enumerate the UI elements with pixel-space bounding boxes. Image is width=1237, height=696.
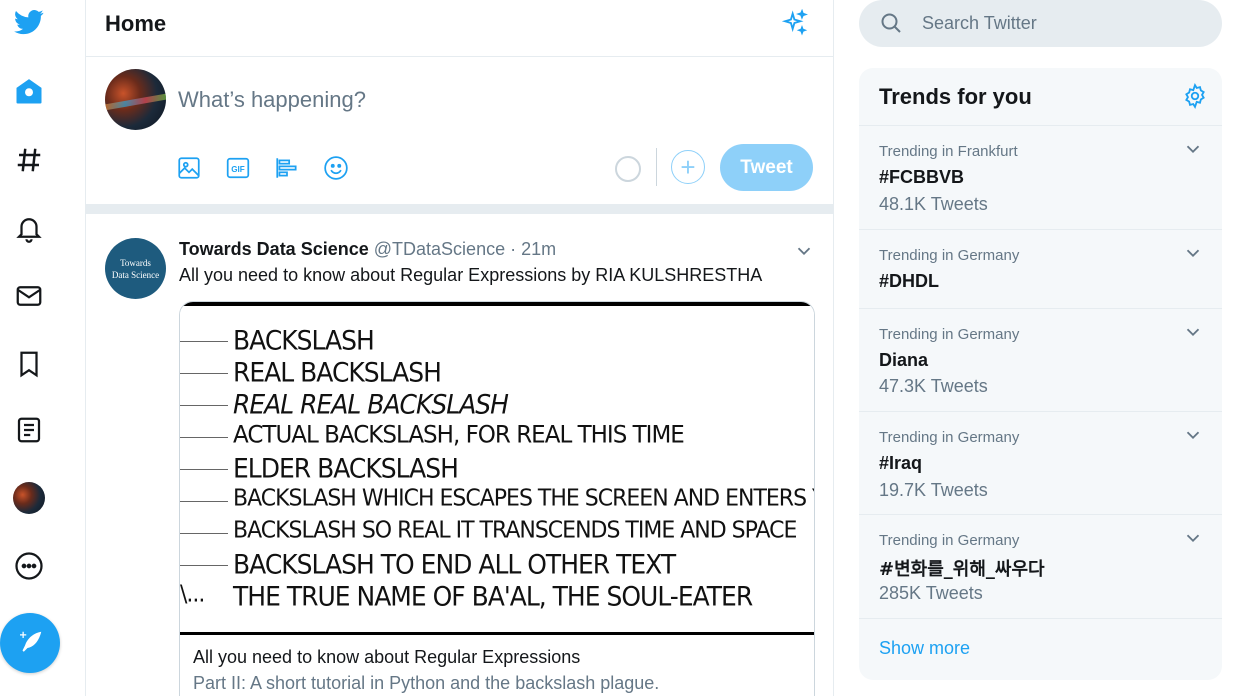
comic-line: REAL REAL BACKSLASH xyxy=(233,389,509,420)
comic-dash xyxy=(180,405,228,406)
avatar-text-line1: Towards xyxy=(120,257,151,268)
twitter-logo-icon[interactable] xyxy=(10,3,48,41)
author-handle[interactable]: @TDataScience xyxy=(374,239,505,259)
comic-dash xyxy=(180,341,228,342)
card-title: All you need to know about Regular Expre… xyxy=(193,647,581,667)
author-name[interactable]: Towards Data Science xyxy=(179,239,369,259)
divider xyxy=(656,148,657,186)
tweet[interactable]: Towards Data Science Towards Data Scienc… xyxy=(86,214,833,696)
comic-line: REAL BACKSLASH xyxy=(233,357,442,388)
trend-meta: Trending in Germany xyxy=(879,532,1020,549)
comic-dash xyxy=(180,469,228,470)
trend-item[interactable]: Trending in Germany #변화를_위해_싸우다 285K Twe… xyxy=(859,515,1222,619)
home-icon[interactable] xyxy=(10,72,48,110)
trend-name: #FCBBVB xyxy=(879,167,965,187)
search-box[interactable] xyxy=(859,0,1222,47)
bell-icon[interactable] xyxy=(10,209,48,247)
comic-dash xyxy=(180,437,228,438)
comic-line: THE TRUE NAME OF BA'AL, THE SOUL-EATER xyxy=(233,581,753,612)
character-counter xyxy=(615,156,641,182)
search-icon xyxy=(881,13,901,33)
chevron-down-icon[interactable] xyxy=(1182,527,1204,549)
trend-count: 48.1K Tweets xyxy=(879,194,988,214)
trend-count: 47.3K Tweets xyxy=(879,376,988,396)
right-sidebar: Trends for you Trending in Frankfurt #FC… xyxy=(859,0,1222,696)
trend-count: 19.7K Tweets xyxy=(879,480,988,500)
sparkle-icon[interactable] xyxy=(781,9,809,37)
list-icon[interactable] xyxy=(10,411,48,449)
trend-name: Diana xyxy=(879,350,929,370)
comic-line: BACKSLASH TO END ALL OTHER TEXT xyxy=(233,549,676,580)
trend-meta: Trending in Germany xyxy=(879,429,1020,446)
show-more-link[interactable]: Show more xyxy=(879,638,970,659)
comic-prefix: \... xyxy=(180,581,205,608)
more-icon[interactable] xyxy=(10,547,48,585)
trend-meta: Trending in Germany xyxy=(879,326,1020,343)
comic-dash xyxy=(180,533,228,534)
avatar-text-line2: Data Science xyxy=(111,269,160,280)
trends-header: Trends for you xyxy=(859,68,1222,126)
chevron-down-icon[interactable] xyxy=(1182,321,1204,343)
hashtag-icon[interactable] xyxy=(10,141,48,179)
bookmark-icon[interactable] xyxy=(10,345,48,383)
chevron-down-icon[interactable] xyxy=(1182,424,1204,446)
mail-icon[interactable] xyxy=(10,277,48,315)
left-nav xyxy=(0,0,85,696)
chevron-down-icon[interactable] xyxy=(793,240,815,262)
comic-line: BACKSLASH WHICH ESCAPES THE SCREEN AND E… xyxy=(233,485,815,512)
separator: · xyxy=(510,239,517,259)
profile-avatar[interactable] xyxy=(10,479,48,517)
main-header: Home xyxy=(86,0,833,57)
comic-line: BACKSLASH SO REAL IT TRANSCENDS TIME AND… xyxy=(233,517,797,544)
trend-item[interactable]: Trending in Frankfurt #FCBBVB 48.1K Twee… xyxy=(859,126,1222,230)
trend-item[interactable]: Trending in Germany Diana 47.3K Tweets xyxy=(859,309,1222,412)
avatar[interactable]: Towards Data Science xyxy=(105,238,166,299)
gif-icon[interactable]: GIF xyxy=(225,155,251,181)
page-title: Home xyxy=(105,11,167,36)
main-column: Home What’s happening? GIF + Tweet Towar… xyxy=(85,0,834,696)
comic-dash xyxy=(180,565,228,566)
image-icon[interactable] xyxy=(176,155,202,181)
trend-name: #Iraq xyxy=(879,453,923,473)
compose-tweet-icon xyxy=(20,631,42,652)
compose-input[interactable]: What’s happening? xyxy=(178,87,678,113)
tweet-time[interactable]: 21m xyxy=(521,239,556,259)
tweet-header: Towards Data Science @TDataScience · 21m xyxy=(179,239,556,260)
emoji-icon[interactable] xyxy=(323,155,349,181)
card-description: Part II: A short tutorial in Python and … xyxy=(193,673,660,693)
link-card[interactable]: BACKSLASH REAL BACKSLASH REAL REAL BACKS… xyxy=(179,301,815,696)
comic-line: ELDER BACKSLASH xyxy=(233,453,459,484)
gear-icon[interactable] xyxy=(1182,83,1208,109)
comic-line: BACKSLASH xyxy=(233,325,375,356)
comic-line: ACTUAL BACKSLASH, FOR REAL THIS TIME xyxy=(233,421,685,449)
trend-name: #DHDL xyxy=(879,271,940,291)
trend-item[interactable]: Trending in Germany #DHDL xyxy=(859,230,1222,309)
svg-text:GIF: GIF xyxy=(231,165,245,174)
tweet-text: All you need to know about Regular Expre… xyxy=(179,265,763,285)
comic-dash xyxy=(180,373,228,374)
compose-tweet-button[interactable] xyxy=(0,613,60,673)
avatar[interactable] xyxy=(105,69,166,130)
tweet-composer: What’s happening? GIF + Tweet xyxy=(86,57,833,204)
section-divider xyxy=(86,204,833,214)
card-image: BACKSLASH REAL BACKSLASH REAL REAL BACKS… xyxy=(180,302,815,635)
trend-count: 285K Tweets xyxy=(879,583,983,603)
comic-dash xyxy=(180,501,228,502)
trends-title: Trends for you xyxy=(879,84,1032,109)
trends-panel: Trends for you Trending in Frankfurt #FC… xyxy=(859,68,1222,680)
search-input[interactable] xyxy=(922,13,1202,34)
chevron-down-icon[interactable] xyxy=(1182,138,1204,160)
add-thread-button[interactable]: + xyxy=(671,150,705,184)
trend-meta: Trending in Germany xyxy=(879,247,1020,264)
trend-item[interactable]: Trending in Germany #Iraq 19.7K Tweets xyxy=(859,412,1222,515)
trend-name: #변화를_위해_싸우다 xyxy=(879,559,1045,580)
tweet-button[interactable]: Tweet xyxy=(720,144,813,191)
chevron-down-icon[interactable] xyxy=(1182,242,1204,264)
trend-meta: Trending in Frankfurt xyxy=(879,143,1018,160)
poll-icon[interactable] xyxy=(274,155,300,181)
